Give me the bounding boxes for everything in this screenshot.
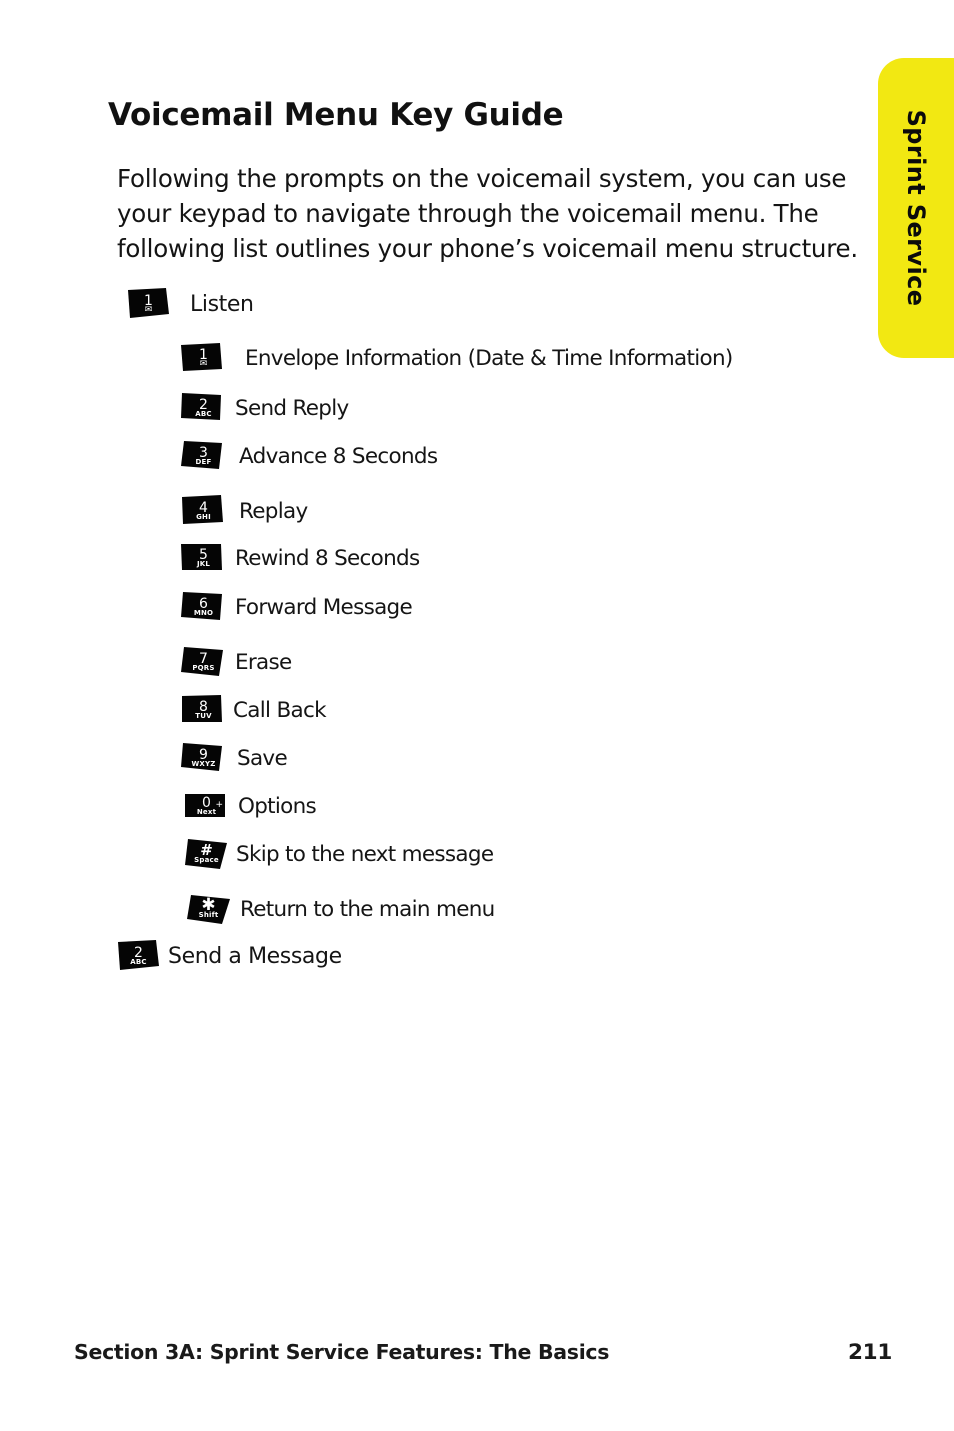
key-list-label: Return to the main menu: [240, 897, 495, 922]
key-list-row: 2 ABC Send Reply: [180, 392, 349, 425]
key-list-row: 1 ✉ Listen: [125, 288, 254, 321]
key-list-row: 7 PQRS Erase: [180, 646, 292, 679]
key-list-label: Rewind 8 Seconds: [235, 546, 420, 571]
page-title: Voicemail Menu Key Guide: [108, 96, 564, 133]
document-page: Sprint Service Voicemail Menu Key Guide …: [0, 0, 954, 1431]
key-list-label: Options: [238, 794, 317, 819]
intro-paragraph: Following the prompts on the voicemail s…: [117, 163, 858, 263]
keypad-key-3-def: 3 DEF: [180, 440, 227, 473]
key-list-label: Forward Message: [235, 595, 413, 620]
key-list-label: Call Back: [233, 698, 327, 723]
keypad-key-6-mno: 6 MNO: [180, 591, 227, 624]
keypad-key-1-envelope: 1 ✉: [180, 342, 227, 375]
footer-section-label: Section 3A: Sprint Service Features: The…: [74, 1340, 610, 1364]
key-list-label: Listen: [190, 292, 254, 317]
key-list-label: Send a Message: [168, 944, 342, 969]
keypad-key-hash-space: # Space: [183, 838, 230, 871]
key-list-row: # Space Skip to the next message: [183, 838, 494, 871]
keypad-key-star-shift: ✱ Shift: [185, 893, 232, 926]
keypad-key-0-next: 0 Next +: [183, 790, 230, 823]
key-list-row: 0 Next + Options: [183, 790, 317, 823]
keypad-key-4-ghi: 4 GHI: [180, 495, 227, 528]
key-list-row: 5 JKL Rewind 8 Seconds: [180, 542, 420, 575]
page-footer: Section 3A: Sprint Service Features: The…: [74, 1340, 892, 1365]
keypad-key-9-wxyz: 9 WXYZ: [180, 742, 227, 775]
key-list-label: Advance 8 Seconds: [239, 444, 438, 469]
key-list-row: 6 MNO Forward Message: [180, 591, 413, 624]
key-list-row: 8 TUV Call Back: [180, 694, 327, 727]
keypad-key-2-abc: 2 ABC: [180, 392, 227, 425]
key-list-label: Save: [237, 746, 288, 771]
key-list-row: 4 GHI Replay: [180, 495, 308, 528]
key-list-label: Replay: [239, 499, 308, 524]
keypad-key-7-pqrs: 7 PQRS: [180, 646, 227, 679]
key-list-label: Erase: [235, 650, 292, 675]
key-list-row: ✱ Shift Return to the main menu: [185, 893, 495, 926]
key-list-label: Envelope Information (Date & Time Inform…: [245, 346, 733, 371]
footer-page-number: 211: [848, 1340, 892, 1365]
section-tab-label: Sprint Service: [902, 109, 930, 307]
keypad-key-1-envelope: 1 ✉: [125, 288, 172, 321]
key-list-row: 9 WXYZ Save: [180, 742, 288, 775]
key-list-label: Skip to the next message: [236, 842, 494, 867]
key-list-row: 3 DEF Advance 8 Seconds: [180, 440, 438, 473]
keypad-key-5-jkl: 5 JKL: [180, 542, 227, 575]
key-list-row: 1 ✉ Envelope Information (Date & Time Info…: [180, 342, 733, 375]
key-list-row: 2 ABC Send a Message: [115, 940, 342, 973]
key-list-label: Send Reply: [235, 396, 349, 421]
keypad-key-2-abc: 2 ABC: [115, 940, 162, 973]
keypad-key-8-tuv: 8 TUV: [180, 694, 227, 727]
section-tab-sprint-service: Sprint Service: [878, 58, 954, 358]
